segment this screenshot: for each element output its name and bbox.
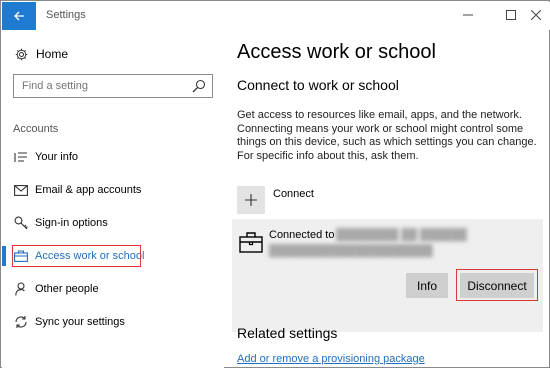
settings-window: Settings Home Find a setting Accounts Yo… (0, 0, 550, 368)
connect-button[interactable]: Connect (237, 186, 314, 214)
provisioning-package-link[interactable]: Add or remove a provisioning package (237, 353, 425, 365)
page-title: Access work or school (237, 41, 436, 63)
search-box[interactable] (13, 74, 213, 98)
info-button[interactable]: Info (406, 273, 448, 298)
person-icon (13, 281, 29, 297)
sidebar-highlight-outline (12, 245, 141, 267)
back-button[interactable] (2, 2, 36, 30)
key-icon (13, 215, 29, 231)
home-label: Home (36, 47, 69, 61)
main-content: Access work or school Connect to work or… (232, 30, 547, 368)
minimize-icon (463, 14, 473, 16)
email-icon (13, 182, 29, 198)
redacted-account-email: █████████████████████ (269, 245, 433, 257)
related-settings-heading: Related settings (237, 325, 338, 341)
plus-icon (237, 186, 265, 214)
maximize-icon (506, 10, 516, 20)
sidebar-item-label: Other people (35, 283, 99, 295)
accounts-section-label: Accounts (13, 123, 59, 135)
window-title: Settings (46, 9, 86, 21)
minimize-button[interactable] (456, 5, 480, 25)
redacted-domain-name: ████████ ██ ██████ (336, 229, 467, 241)
connect-subheading: Connect to work or school (237, 77, 399, 93)
connected-to-label: Connected to (269, 229, 335, 241)
sidebar: Home Accounts Your info (2, 30, 224, 368)
sidebar-item-sync-your-settings[interactable]: Sync your settings (13, 312, 125, 332)
disconnect-highlight-outline (456, 269, 538, 301)
sidebar-item-label: Email & app accounts (35, 184, 142, 196)
gear-icon (13, 46, 29, 62)
connect-label: Connect (273, 188, 314, 200)
search-icon (192, 79, 206, 93)
back-arrow-icon (14, 11, 24, 21)
sidebar-item-label: Sign-in options (35, 217, 108, 229)
sidebar-item-other-people[interactable]: Other people (13, 279, 99, 299)
your-info-icon (13, 149, 29, 165)
close-button[interactable] (524, 5, 548, 25)
sidebar-item-label: Your info (35, 151, 79, 163)
briefcase-icon (239, 232, 263, 253)
sidebar-item-your-info[interactable]: Your info (13, 147, 78, 167)
maximize-button[interactable] (499, 5, 523, 25)
sidebar-item-email-app-accounts[interactable]: Email & app accounts (13, 180, 141, 200)
sidebar-item-sign-in-options[interactable]: Sign-in options (13, 213, 108, 233)
title-bar: Settings (2, 2, 550, 30)
sync-icon (13, 314, 29, 330)
description-text: Get access to resources like email, apps… (237, 109, 537, 162)
sidebar-item-label: Sync your settings (35, 316, 125, 328)
active-indicator (2, 246, 6, 266)
search-input[interactable] (22, 80, 182, 92)
close-icon (531, 10, 541, 20)
home-nav-item[interactable]: Home (13, 46, 68, 62)
